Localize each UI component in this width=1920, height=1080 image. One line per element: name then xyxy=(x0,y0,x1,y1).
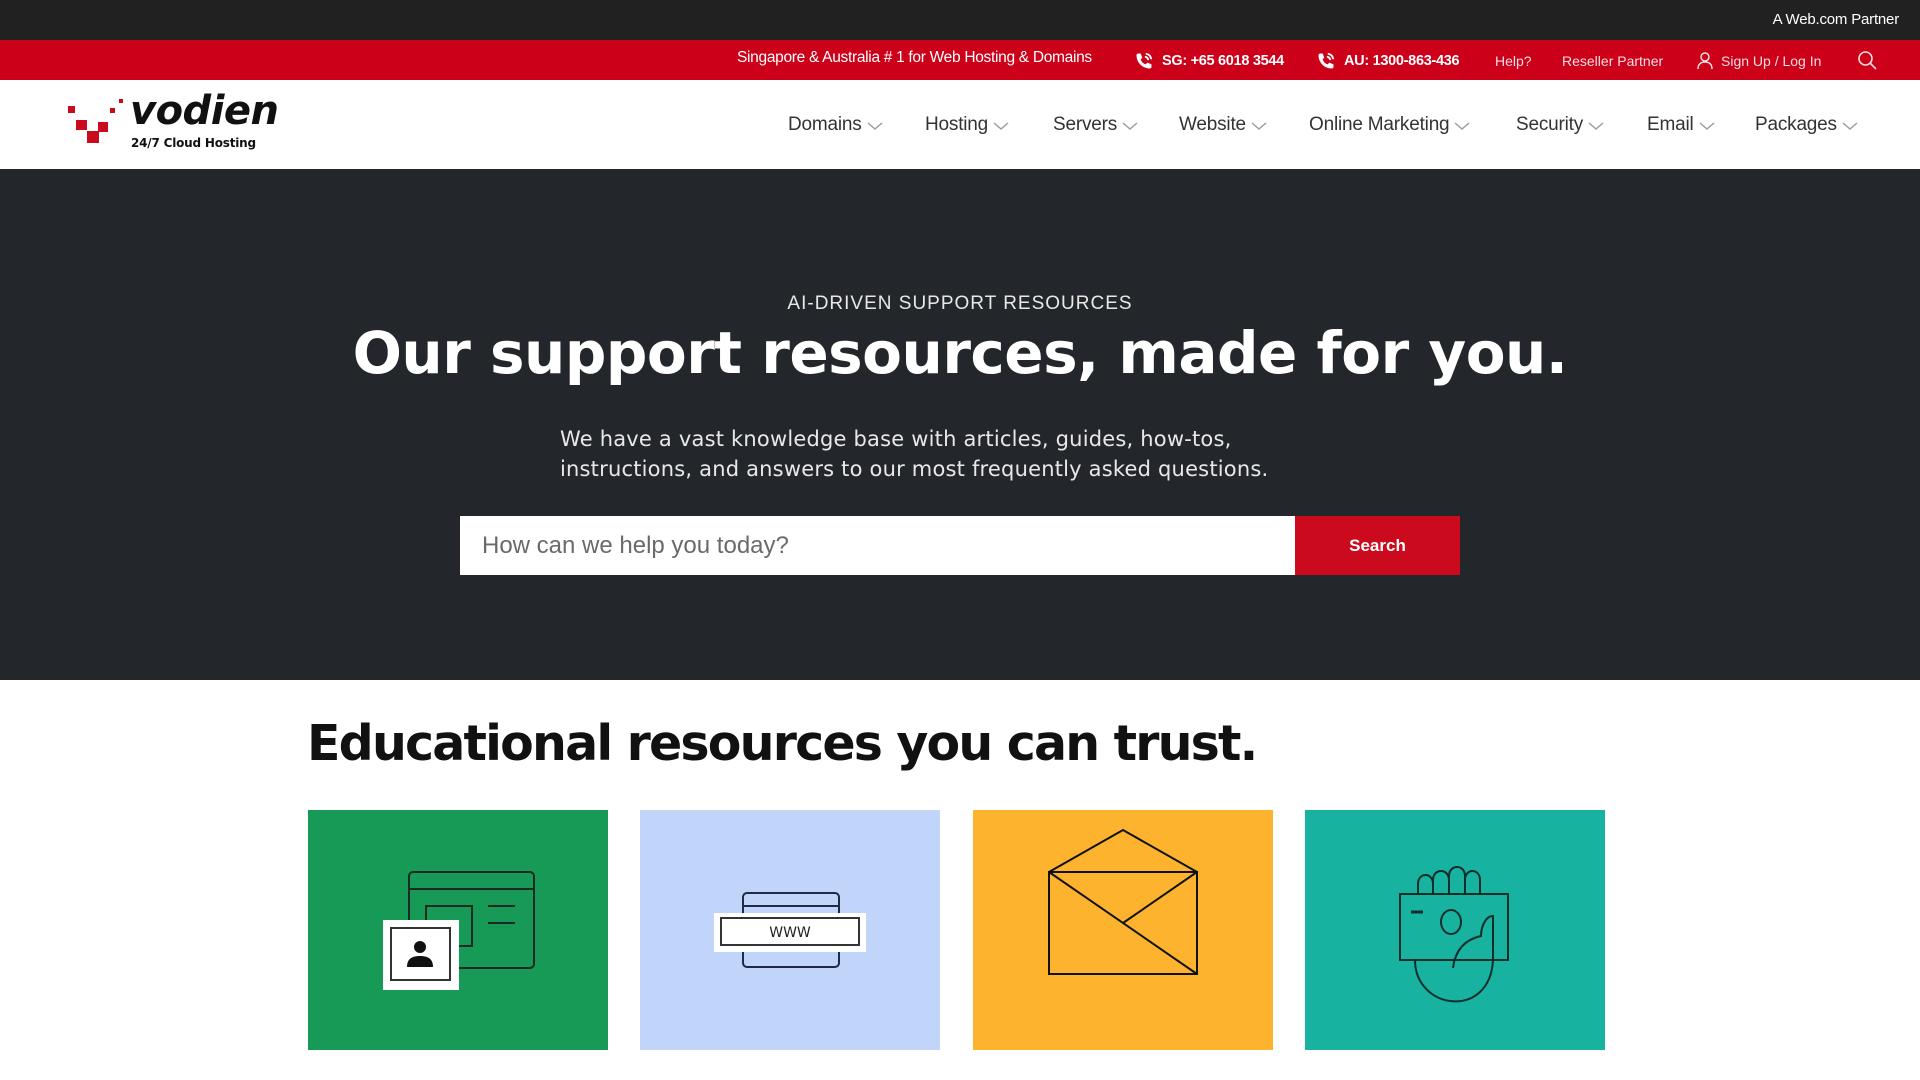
phone-sg-link[interactable]: SG: +65 6018 3544 xyxy=(1134,41,1284,81)
domain-www-icon: WWW xyxy=(714,892,866,968)
support-search-form: Search xyxy=(460,516,1460,575)
hero-headline: Our support resources, made for you. xyxy=(352,319,1568,387)
envelope-icon xyxy=(1048,828,1198,975)
sign-up-login-label: Sign Up / Log In xyxy=(1721,53,1822,69)
support-search-button[interactable]: Search xyxy=(1295,516,1460,575)
nav-label: Servers xyxy=(1053,113,1118,135)
nav-label: Packages xyxy=(1755,113,1837,135)
nav-hosting[interactable]: Hosting xyxy=(925,80,1009,169)
reseller-partner-link[interactable]: Reseller Partner xyxy=(1562,41,1663,81)
nav-label: Email xyxy=(1647,113,1694,135)
chevron-down-icon xyxy=(1842,122,1858,130)
nav-servers[interactable]: Servers xyxy=(1053,80,1138,169)
search-icon xyxy=(1858,51,1877,70)
tagline: Singapore & Australia # 1 for Web Hostin… xyxy=(737,49,1092,66)
chevron-down-icon xyxy=(867,122,883,130)
nav-domains[interactable]: Domains xyxy=(788,80,883,169)
nav-label: Domains xyxy=(788,113,862,135)
top-search-button[interactable] xyxy=(1857,40,1877,80)
hand-money-icon xyxy=(1399,866,1509,1003)
nav-label: Online Marketing xyxy=(1309,113,1450,135)
chevron-down-icon xyxy=(993,122,1009,130)
nav-email[interactable]: Email xyxy=(1647,80,1715,169)
nav-packages[interactable]: Packages xyxy=(1755,80,1858,169)
nav-online-marketing[interactable]: Online Marketing xyxy=(1309,80,1470,169)
resource-card-billing[interactable] xyxy=(1305,810,1605,1050)
support-search-input[interactable] xyxy=(460,516,1295,575)
user-icon xyxy=(1697,52,1713,70)
phone-sg-label: SG: +65 6018 3544 xyxy=(1162,53,1284,69)
sign-up-login-link[interactable]: Sign Up / Log In xyxy=(1697,41,1821,81)
help-link[interactable]: Help? xyxy=(1495,41,1532,81)
resource-card-domains[interactable]: WWW xyxy=(640,810,940,1050)
chevron-down-icon xyxy=(1699,122,1714,130)
main-header: vodien 24/7 Cloud Hosting Domains Hostin… xyxy=(0,80,1920,169)
partner-bar: A Web.com Partner xyxy=(0,0,1920,40)
hero-description: We have a vast knowledge base with artic… xyxy=(560,424,1380,484)
hero-description-line: We have a vast knowledge base with artic… xyxy=(560,427,1232,451)
resource-card-website[interactable] xyxy=(308,810,608,1050)
hero-eyebrow: AI-DRIVEN SUPPORT RESOURCES xyxy=(787,293,1133,314)
education-section-title: Educational resources you can trust. xyxy=(307,715,1258,772)
phone-icon xyxy=(1318,53,1334,69)
partner-text: A Web.com Partner xyxy=(1772,11,1900,28)
hero-section: AI-DRIVEN SUPPORT RESOURCES Our support … xyxy=(0,169,1920,680)
nav-label: Website xyxy=(1179,113,1246,135)
phone-au-label: AU: 1300-863-436 xyxy=(1344,53,1460,69)
nav-label: Security xyxy=(1516,113,1584,135)
phone-au-link[interactable]: AU: 1300-863-436 xyxy=(1316,41,1460,81)
nav-label: Hosting xyxy=(925,113,989,135)
chevron-down-icon xyxy=(1454,122,1470,130)
hero-description-line: instructions, and answers to our most fr… xyxy=(560,457,1269,481)
website-profile-icon xyxy=(383,871,535,990)
main-nav: Domains Hosting Servers Website Online M… xyxy=(0,80,1920,169)
phone-icon xyxy=(1136,53,1152,69)
utility-bar: Singapore & Australia # 1 for Web Hostin… xyxy=(0,40,1920,80)
chevron-down-icon xyxy=(1122,122,1138,130)
chevron-down-icon xyxy=(1251,122,1267,130)
chevron-down-icon xyxy=(1588,122,1604,130)
nav-security[interactable]: Security xyxy=(1516,80,1604,169)
nav-website[interactable]: Website xyxy=(1179,80,1267,169)
www-label: WWW xyxy=(769,925,811,941)
resource-card-email[interactable] xyxy=(973,810,1273,1050)
